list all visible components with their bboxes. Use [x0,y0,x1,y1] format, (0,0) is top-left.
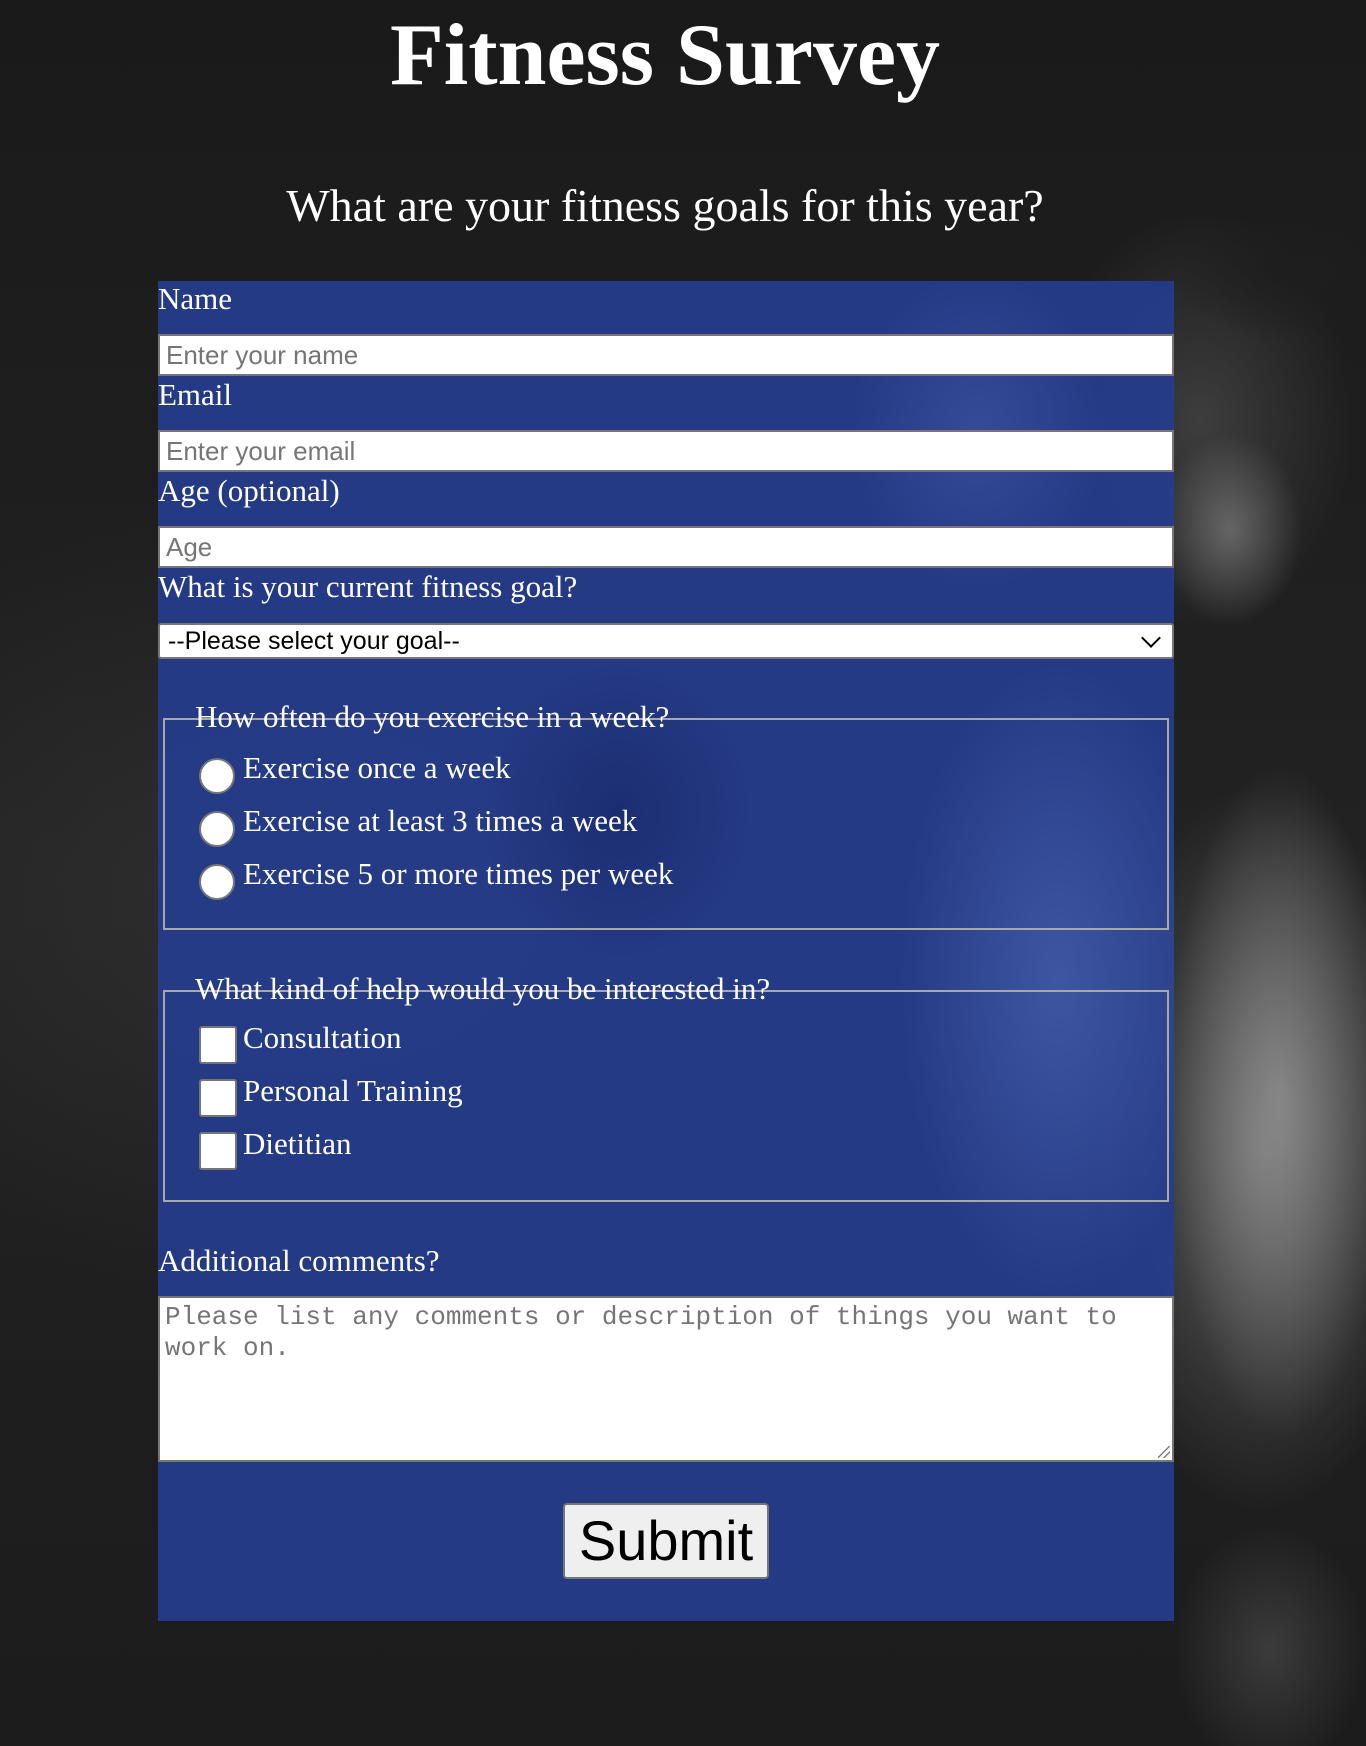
chevron-down-icon [1141,628,1161,648]
frequency-option-label: Exercise 5 or more times per week [243,856,674,891]
frequency-legend: How often do you exercise in a week? [195,699,670,734]
help-fieldset: What kind of help would you be intereste… [163,971,1169,1202]
help-option-dietitian[interactable]: Dietitian [199,1126,351,1170]
help-legend: What kind of help would you be intereste… [195,971,771,1006]
page-description: What are your fitness goals for this yea… [286,180,1044,231]
help-option-personal-training[interactable]: Personal Training [199,1073,463,1117]
checkbox[interactable] [199,1132,237,1170]
survey-form: Name Email Age (optional) What is your c… [158,281,1174,1621]
frequency-option-label: Exercise at least 3 times a week [243,803,638,838]
radio-button[interactable] [199,864,235,900]
comments-label: Additional comments? [158,1243,440,1278]
goal-dropdown-value: --Please select your goal-- [168,627,460,655]
frequency-fieldset: How often do you exercise in a week? Exe… [163,699,1169,930]
frequency-option-five[interactable]: Exercise 5 or more times per week [199,856,673,900]
email-label: Email [158,377,233,412]
resize-handle-icon[interactable] [1158,1446,1170,1458]
radio-button[interactable] [199,758,235,794]
help-option-label: Consultation [243,1020,402,1055]
submit-button[interactable]: Submit [563,1503,769,1579]
goal-dropdown[interactable]: --Please select your goal-- [158,623,1174,659]
help-option-consultation[interactable]: Consultation [199,1020,401,1064]
comments-textarea[interactable] [158,1296,1174,1462]
name-label: Name [158,281,233,316]
age-input[interactable] [158,526,1174,568]
checkbox[interactable] [199,1079,237,1117]
frequency-option-label: Exercise once a week [243,750,511,785]
frequency-option-once[interactable]: Exercise once a week [199,750,511,794]
checkbox[interactable] [199,1026,237,1064]
radio-button[interactable] [199,811,235,847]
help-option-label: Dietitian [243,1126,352,1161]
help-option-label: Personal Training [243,1073,463,1108]
email-input[interactable] [158,430,1174,472]
goal-label: What is your current fitness goal? [158,569,578,604]
page-title: Fitness Survey [390,7,940,104]
frequency-option-three[interactable]: Exercise at least 3 times a week [199,803,637,847]
age-label: Age (optional) [158,473,340,508]
name-input[interactable] [158,334,1174,376]
